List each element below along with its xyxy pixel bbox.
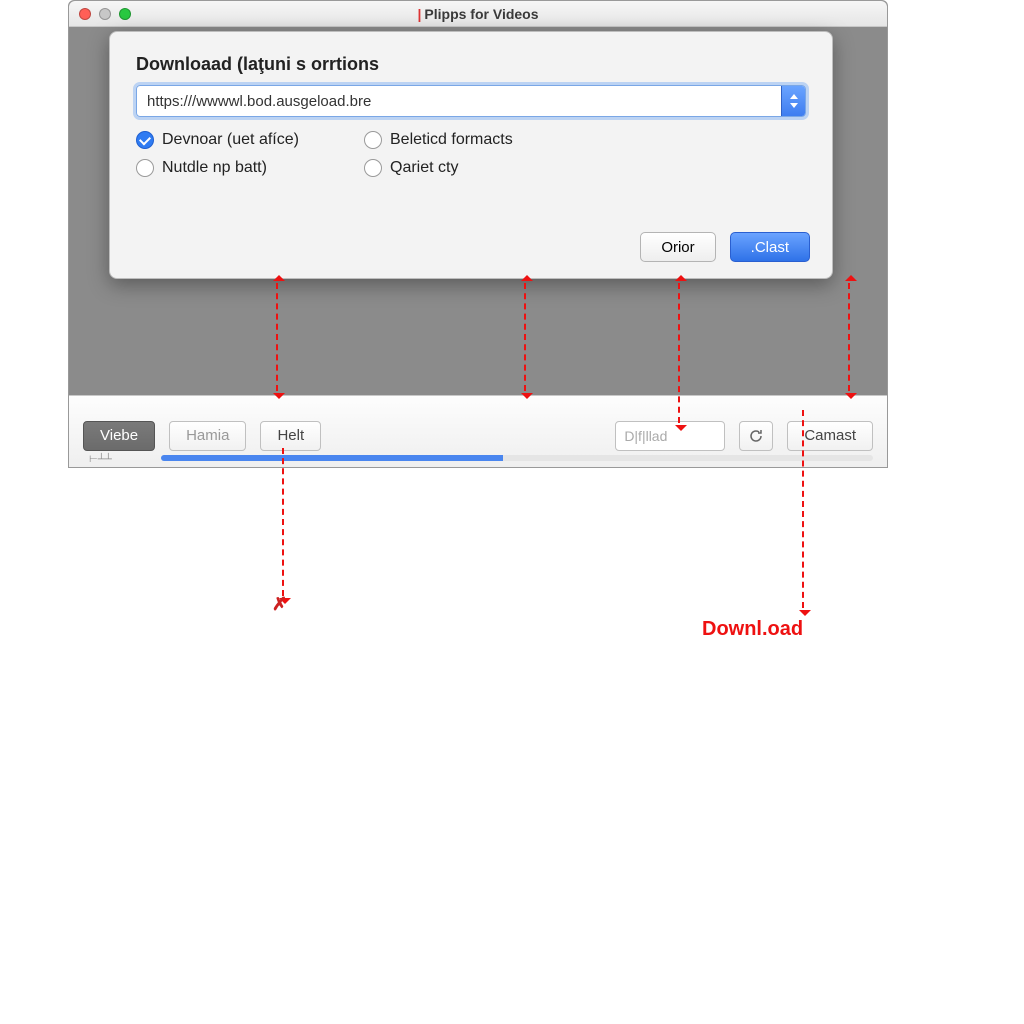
app-window: |Plipps for Videos Downloaad (laţuni s o… [68,0,888,468]
refresh-icon[interactable] [739,421,773,451]
radio-icon [364,159,382,177]
toolbar-camast-button[interactable]: Camast [787,421,873,451]
annotation-arrow-down [282,448,284,596]
option-4[interactable]: Qariet cty [364,159,574,177]
toolbar-hamia-button[interactable]: Hamia [169,421,246,451]
bottom-toolbar: Viebe Hamia Helt D|f|llad Camast ⊢┴┴ [69,395,887,467]
radio-icon [364,131,382,149]
sheet-heading: Downloaad (laţuni s orrtions [136,54,806,75]
url-input[interactable] [136,85,806,117]
toolbar-helt-button[interactable]: Helt [260,421,321,451]
download-options-sheet: Downloaad (laţuni s orrtions Devnoar (ue… [109,31,833,279]
ok-button[interactable]: .Clast [730,232,810,262]
progress-bar [161,455,873,461]
url-dropdown-button[interactable] [781,86,805,116]
ruler-icon: ⊢┴┴ [89,454,112,465]
radio-checked-icon [136,131,154,149]
search-input[interactable]: D|f|llad [615,421,725,451]
toolbar-view-button[interactable]: Viebe [83,421,155,451]
titlebar: |Plipps for Videos [69,1,887,27]
progress-fill [161,455,503,461]
option-2[interactable]: Beleticd formacts [364,131,574,149]
radio-icon [136,159,154,177]
window-title: |Plipps for Videos [69,6,887,22]
annotation-download-label: Downl.oad [702,618,803,641]
option-3[interactable]: Nutdle np batt) [136,159,346,177]
option-1[interactable]: Devnoar (uet afíce) [136,131,346,149]
cancel-button[interactable]: Orior [640,232,715,262]
annotation-x-icon: ✗ [272,594,287,615]
